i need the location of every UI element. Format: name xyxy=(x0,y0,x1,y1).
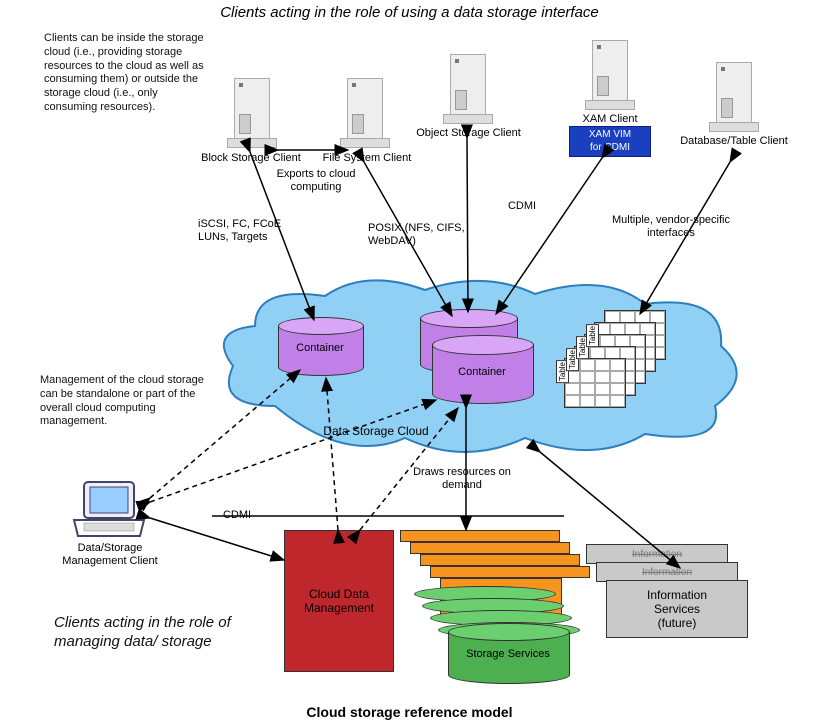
xam-vim-box: XAM VIM for CDMI xyxy=(569,126,651,157)
cdmi-left-label: CDMI xyxy=(212,509,262,522)
container2-label: Container xyxy=(446,366,518,379)
client-object-label: Object Storage Client xyxy=(401,127,536,140)
storage-services-label: Storage Services xyxy=(460,648,556,661)
tables-stack: Table Table Table Table xyxy=(556,310,686,410)
xam-vim-l2: for CDMI xyxy=(590,142,630,153)
diagram-caption: Cloud storage reference model xyxy=(0,704,819,720)
info-services-slab-2: Information xyxy=(596,562,738,582)
cloud-data-mgmt-box: Cloud Data Management xyxy=(284,530,394,672)
info-slab-2-text: Information xyxy=(642,567,692,578)
orange-slab-2 xyxy=(410,542,570,554)
note-managing-role: Clients acting in the role of managing d… xyxy=(54,614,244,652)
cdmi-top-label: CDMI xyxy=(492,200,552,213)
posix-label: POSIX (NFS, CIFS, WebDAV) xyxy=(368,222,478,248)
cloud-data-mgmt-label: Cloud Data Management xyxy=(285,587,393,615)
info-services-box: Information Services (future) xyxy=(606,580,748,638)
info-slab-1-text: Information xyxy=(632,549,682,560)
laptop-icon xyxy=(70,480,148,543)
orange-slab-3 xyxy=(420,554,580,566)
server-icon-filesystem xyxy=(340,78,388,148)
info-services-slab-1: Information xyxy=(586,544,728,564)
orange-slab-1 xyxy=(400,530,560,542)
server-icon-dbtable xyxy=(709,62,757,132)
exports-label: Exports to cloud computing xyxy=(256,168,376,194)
data-mgmt-client-label: Data/Storage Management Client xyxy=(50,542,170,568)
client-xam-label: XAM Client xyxy=(570,113,650,126)
container1-label: Container xyxy=(284,342,356,355)
client-dbtable-label: Database/Table Client xyxy=(676,135,792,148)
note-clients-inside: Clients can be inside the storage cloud … xyxy=(44,32,204,115)
xam-vim-l1: XAM VIM xyxy=(589,129,631,140)
draws-label: Draws resources on demand xyxy=(402,466,522,492)
info-services-l1: Information xyxy=(647,588,707,602)
table-label-4: Table xyxy=(586,324,599,347)
server-icon-xam xyxy=(585,40,633,110)
orange-slab-4 xyxy=(430,566,590,578)
client-block-label: Block Storage Client xyxy=(186,152,316,165)
diagram-title: Clients acting in the role of using a da… xyxy=(0,4,819,21)
server-icon-object xyxy=(443,54,491,124)
info-services-l2: Services xyxy=(654,602,700,616)
vendor-label: Multiple, vendor-specific interfaces xyxy=(606,214,736,240)
iscsi-label: iSCSI, FC, FCoE LUNs, Targets xyxy=(198,218,308,244)
server-icon-block xyxy=(227,78,275,148)
note-mgmt: Management of the cloud storage can be s… xyxy=(40,374,210,429)
cloud-label: Data Storage Cloud xyxy=(296,424,456,438)
client-filesystem-label: File System Client xyxy=(312,152,422,165)
info-services-l3: (future) xyxy=(658,616,697,630)
